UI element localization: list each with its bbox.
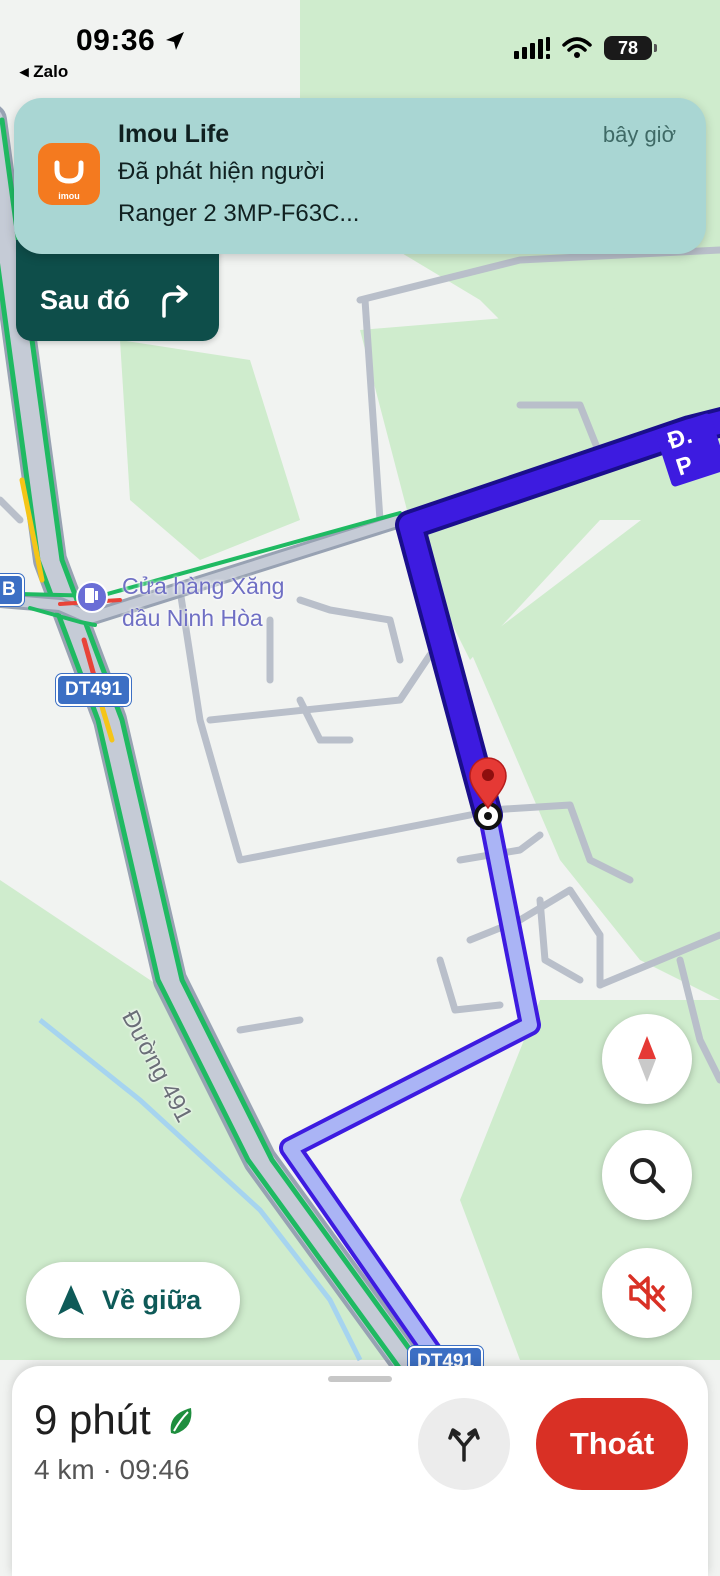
road-shield: DT491 xyxy=(56,674,132,706)
notification-body: Ranger 2 3MP-F63C... xyxy=(118,200,360,227)
eco-leaf-icon xyxy=(171,1408,192,1434)
notification-banner[interactable]: imou Imou Life bây giờ Đã phát hiện ngườ… xyxy=(14,98,706,254)
next-turn-panel[interactable]: Sau đó xyxy=(16,240,219,341)
poi-label[interactable]: Cửa hàng Xăng dầu Ninh Hòa xyxy=(122,570,284,634)
road-shield-partial: B xyxy=(0,574,24,606)
gas-station-icon xyxy=(76,581,108,613)
icon-text: imou xyxy=(58,191,80,201)
search-icon xyxy=(630,1158,666,1194)
mute-button[interactable] xyxy=(602,1248,692,1338)
status-time: 09:36 xyxy=(76,24,186,58)
compass-icon xyxy=(638,1036,656,1082)
notification-app-name: Imou Life xyxy=(118,120,230,148)
imou-app-icon: imou xyxy=(38,143,100,205)
trip-duration: 9 phút xyxy=(34,1396,196,1444)
notification-time: bây giờ xyxy=(602,122,676,147)
exit-navigation-button[interactable]: Thoát xyxy=(536,1398,688,1490)
search-button[interactable] xyxy=(602,1130,692,1220)
poi-name-line2: dầu Ninh Hòa xyxy=(122,605,263,631)
sheet-drag-handle[interactable] xyxy=(328,1376,392,1382)
next-turn-label: Sau đó xyxy=(40,285,131,315)
turn-right-icon xyxy=(162,285,188,318)
poi-name-line1: Cửa hàng Xăng xyxy=(122,573,285,599)
route-split-icon xyxy=(448,1428,480,1462)
notification-title: Đã phát hiện người xyxy=(118,158,325,185)
recenter-label: Về giữa xyxy=(102,1284,202,1315)
compass-button[interactable] xyxy=(602,1014,692,1104)
trip-distance-eta: 4 km · 09:46 xyxy=(34,1454,190,1485)
cellular-signal-icon xyxy=(514,37,550,59)
recenter-button[interactable]: Về giữa xyxy=(26,1262,240,1338)
trip-summary-sheet[interactable]: 9 phút 4 km · 09:46 Thoát xyxy=(12,1366,708,1576)
battery-icon: 78 xyxy=(604,36,657,60)
back-to-app-link[interactable]: ◂ Zalo xyxy=(20,62,68,82)
alternate-routes-button[interactable] xyxy=(418,1398,510,1490)
navigation-arrow-icon xyxy=(58,1285,84,1315)
wifi-icon xyxy=(562,37,592,58)
status-indicators: 78 xyxy=(514,36,657,60)
volume-off-icon xyxy=(628,1274,666,1312)
location-arrow-icon xyxy=(166,32,185,50)
